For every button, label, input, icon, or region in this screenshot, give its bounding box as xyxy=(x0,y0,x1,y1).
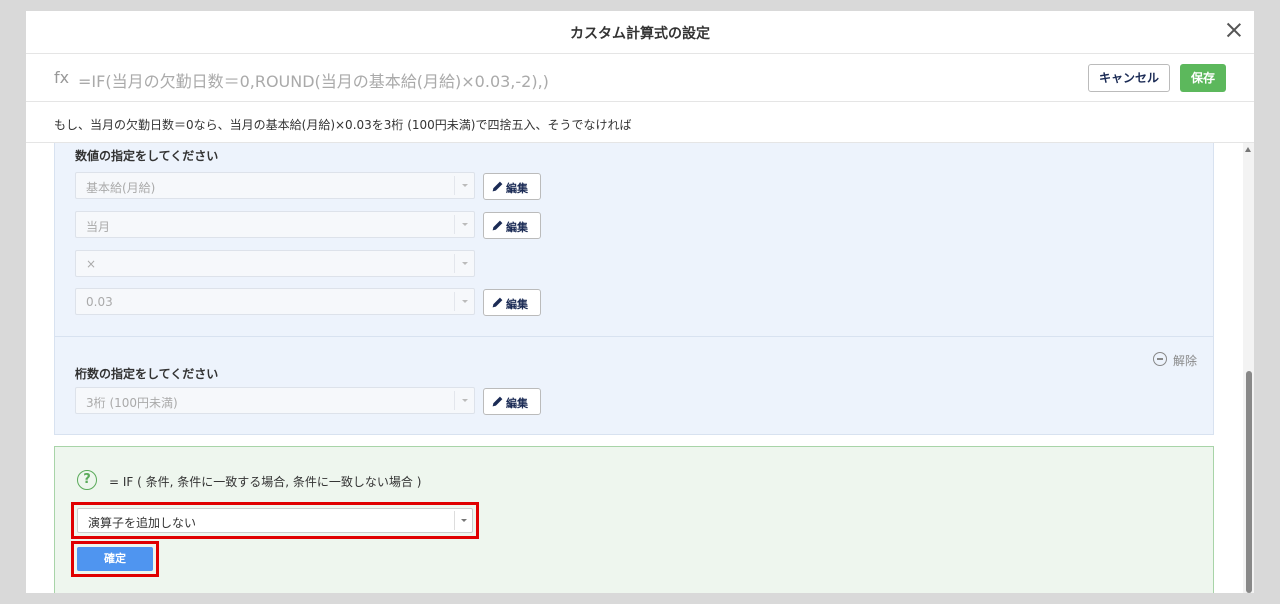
formula-editor-body: 数値の指定をしてください 基本給(月給) 編集 当月 編集 × 0.03 編集 … xyxy=(26,143,1254,593)
scroll-thumb[interactable] xyxy=(1246,371,1252,593)
numeric-select-1[interactable]: 基本給(月給) xyxy=(75,172,475,199)
fx-label: fx xyxy=(54,68,70,87)
modal-title: カスタム計算式の設定 xyxy=(570,26,710,42)
add-operator-select[interactable]: 演算子を追加しない xyxy=(77,508,473,533)
pencil-icon xyxy=(492,396,503,407)
edit-button-1[interactable]: 編集 xyxy=(483,173,541,200)
chevron-down-icon xyxy=(454,511,472,530)
pencil-icon xyxy=(492,181,503,192)
close-icon[interactable] xyxy=(1226,22,1242,38)
edit-button-2[interactable]: 編集 xyxy=(483,212,541,239)
edit-label: 編集 xyxy=(506,182,528,195)
if-section: ? = IF ( 条件, 条件に一致する場合, 条件に一致しない場合 ) 演算子… xyxy=(54,446,1214,593)
description-text: もし、当月の欠勤日数＝0なら、当月の基本給(月給)×0.03を3桁 (100円未… xyxy=(54,118,632,132)
numeric-section: 数値の指定をしてください 基本給(月給) 編集 当月 編集 × 0.03 編集 xyxy=(54,143,1214,337)
digits-section-label: 桁数の指定をしてください xyxy=(75,367,219,381)
select-value: 3桁 (100円未満) xyxy=(86,396,178,410)
numeric-select-3[interactable]: 0.03 xyxy=(75,288,475,315)
scroll-up-icon[interactable] xyxy=(1245,147,1251,152)
if-syntax: = IF ( 条件, 条件に一致する場合, 条件に一致しない場合 ) xyxy=(109,475,422,489)
pencil-icon xyxy=(492,297,503,308)
operator-select[interactable]: × xyxy=(75,250,475,277)
select-value: × xyxy=(86,257,97,271)
cancel-button[interactable]: キャンセル xyxy=(1088,64,1170,92)
edit-label: 編集 xyxy=(506,298,528,311)
numeric-section-label: 数値の指定をしてください xyxy=(75,149,219,163)
chevron-down-icon xyxy=(454,391,474,410)
chevron-down-icon xyxy=(454,292,474,311)
numeric-select-2[interactable]: 当月 xyxy=(75,211,475,238)
highlight-box: 演算子を追加しない xyxy=(71,502,479,539)
edit-label: 編集 xyxy=(506,397,528,410)
formula-description: もし、当月の欠勤日数＝0なら、当月の基本給(月給)×0.03を3桁 (100円未… xyxy=(26,103,1254,143)
formula-bar: fx =IF(当月の欠勤日数＝0,ROUND(当月の基本給(月給)×0.03,-… xyxy=(26,54,1254,102)
select-value: 当月 xyxy=(86,220,111,234)
pencil-icon xyxy=(492,220,503,231)
chevron-down-icon xyxy=(454,215,474,234)
remove-label: 解除 xyxy=(1173,354,1198,368)
formula-display: =IF(当月の欠勤日数＝0,ROUND(当月の基本給(月給)×0.03,-2),… xyxy=(78,72,549,91)
minus-circle-icon xyxy=(1153,352,1167,366)
chevron-down-icon xyxy=(454,254,474,273)
custom-formula-modal: カスタム計算式の設定 fx =IF(当月の欠勤日数＝0,ROUND(当月の基本給… xyxy=(26,11,1254,593)
confirm-button[interactable]: 確定 xyxy=(77,547,153,571)
modal-header: カスタム計算式の設定 xyxy=(26,11,1254,54)
vertical-scrollbar[interactable] xyxy=(1243,143,1254,593)
edit-button-4[interactable]: 編集 xyxy=(483,388,541,415)
select-value: 0.03 xyxy=(86,295,113,309)
digits-select[interactable]: 3桁 (100円未満) xyxy=(75,387,475,414)
edit-label: 編集 xyxy=(506,221,528,234)
select-value: 演算子を追加しない xyxy=(88,516,197,530)
chevron-down-icon xyxy=(454,176,474,195)
select-value: 基本給(月給) xyxy=(86,181,156,195)
help-icon[interactable]: ? xyxy=(77,470,97,490)
highlight-box: 確定 xyxy=(71,541,159,577)
edit-button-3[interactable]: 編集 xyxy=(483,289,541,316)
digits-section: 桁数の指定をしてください 解除 3桁 (100円未満) 編集 xyxy=(54,337,1214,435)
save-button[interactable]: 保存 xyxy=(1180,64,1226,92)
